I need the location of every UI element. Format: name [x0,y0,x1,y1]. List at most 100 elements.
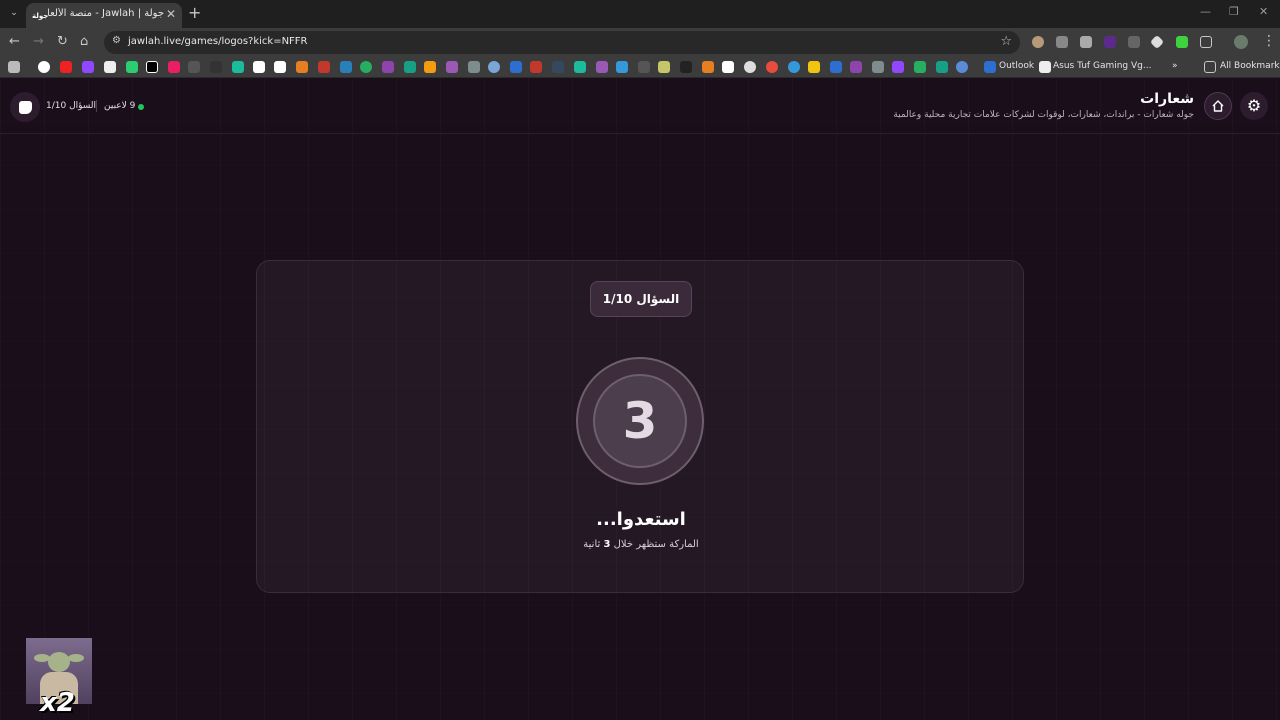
bookmark-icon[interactable] [168,61,180,73]
site-info-icon[interactable]: ⚙ [112,35,121,46]
countdown-ring: 3 [576,357,704,485]
app-header: ⚙ شعارات جوله شعارات - براندات، شعارات، … [0,78,1280,134]
bookmark-icon[interactable] [126,61,138,73]
bookmark-icon[interactable] [830,61,842,73]
bookmark-icon[interactable] [574,61,586,73]
bookmark-icon[interactable] [850,61,862,73]
bookmark-icon[interactable] [744,61,756,73]
character-ear [68,654,84,662]
minimize-icon[interactable]: — [1200,5,1211,18]
more-bookmarks-icon[interactable]: » [1172,61,1178,71]
forward-icon[interactable]: → [33,34,44,50]
home-icon[interactable]: ⌂ [80,34,88,50]
bookmark-icon[interactable] [530,61,542,73]
countdown-number: 3 [593,374,687,468]
stream-overlay: x2 [26,638,92,720]
outlook-icon[interactable] [984,61,996,73]
bookmark-icon[interactable] [892,61,904,73]
jawlah-logo[interactable] [10,92,40,122]
countdown-message-end: ثانية [583,539,604,550]
google-icon[interactable] [38,61,50,73]
bookmark-icon[interactable] [788,61,800,73]
bookmark-icon[interactable] [253,61,265,73]
browser-toolbar: ← → ↻ ⌂ ⚙ jawlah.live/games/logos?kick=N… [0,28,1280,56]
tab-search-icon[interactable]: ⌄ [6,5,22,21]
browser-tab[interactable]: جولة جولة | Jawlah - منصة الألعاب الـ ✕ [26,3,182,28]
bookmark-icon[interactable] [468,61,480,73]
bookmark-icon[interactable] [722,61,734,73]
bookmark-icon[interactable] [616,61,628,73]
extension-icon[interactable] [1056,36,1068,48]
bookmark-icon[interactable] [596,61,608,73]
tab-close-icon[interactable]: ✕ [166,7,176,21]
maximize-icon[interactable]: ❐ [1229,5,1239,18]
bookmark-icon[interactable] [552,61,564,73]
twitch-icon[interactable] [82,61,94,73]
bookmark-asus[interactable]: Asus Tuf Gaming Vg... [1053,61,1151,71]
countdown-message-start: الماركة ستظهر خلال [610,539,699,550]
bookmark-icon[interactable] [424,61,436,73]
get-ready-heading: استعدوا... [596,509,686,530]
close-window-icon[interactable]: ✕ [1259,5,1268,18]
home-button[interactable] [1204,92,1232,120]
extension-icon[interactable] [1149,34,1165,50]
bookmark-icon[interactable] [488,61,500,73]
bookmark-icon[interactable] [680,61,692,73]
bookmark-icon[interactable] [766,61,778,73]
logo-icon [19,101,32,114]
bookmark-icon[interactable] [914,61,926,73]
bookmark-icon[interactable] [340,61,352,73]
bookmark-icon[interactable] [446,61,458,73]
bookmark-icon[interactable] [318,61,330,73]
all-bookmarks[interactable]: All Bookmarks [1220,61,1280,71]
bookmark-icon[interactable] [210,61,222,73]
extension-icon[interactable] [1104,36,1116,48]
asus-icon[interactable] [1039,61,1051,73]
back-icon[interactable]: ← [9,34,20,50]
tab-title: جولة | Jawlah - منصة الألعاب الـ [48,8,164,19]
settings-gear-icon[interactable]: ⚙ [1240,92,1268,120]
new-tab-icon[interactable]: + [188,3,201,22]
game-title: شعارات [1140,91,1194,107]
bookmark-icon[interactable] [702,61,714,73]
bookmark-star-icon[interactable]: ☆ [1000,34,1012,49]
bookmark-icon[interactable] [146,61,158,73]
bookmark-icon[interactable] [638,61,650,73]
divider [96,100,97,112]
globe-icon[interactable] [956,61,968,73]
apps-icon[interactable] [8,61,20,73]
bookmark-icon[interactable] [188,61,200,73]
character-head [48,652,70,672]
bookmark-icon[interactable] [872,61,884,73]
address-bar[interactable]: ⚙ jawlah.live/games/logos?kick=NFFR ☆ [104,31,1020,54]
players-count: 9 لاعبين [104,101,136,111]
multiplier-label: x2 [40,688,75,718]
countdown-card: السؤال 1/10 3 استعدوا... الماركة ستظهر خ… [256,260,1024,593]
shield-icon[interactable] [1080,36,1092,48]
extension-icon[interactable] [1176,36,1188,48]
game-page: ⚙ شعارات جوله شعارات - براندات، شعارات، … [0,78,1280,720]
bookmark-icon[interactable] [360,61,372,73]
bookmark-icon[interactable] [510,61,522,73]
bookmark-icon[interactable] [274,61,286,73]
profile-avatar[interactable] [1234,35,1248,49]
bookmark-icon[interactable] [382,61,394,73]
bookmark-outlook[interactable]: Outlook [999,61,1034,71]
bookmark-icon[interactable] [936,61,948,73]
bookmark-icon[interactable] [658,61,670,73]
youtube-icon[interactable] [60,61,72,73]
game-subtitle: جوله شعارات - براندات، شعارات، لوقوات لش… [893,110,1194,120]
tab-favicon: جولة [32,12,49,20]
bookmark-icon[interactable] [808,61,820,73]
menu-icon[interactable]: ⋮ [1262,33,1276,49]
reload-icon[interactable]: ↻ [57,34,68,50]
home-icon [1212,100,1224,112]
bookmark-icon[interactable] [404,61,416,73]
bookmark-icon[interactable] [296,61,308,73]
bookmark-icon[interactable] [232,61,244,73]
extension-icon[interactable] [1032,36,1044,48]
mute-icon[interactable] [1128,36,1140,48]
extensions-puzzle-icon[interactable] [1200,36,1212,48]
amazon-icon[interactable] [104,61,116,73]
bookmarks-bar: Outlook Asus Tuf Gaming Vg... » All Book… [0,56,1280,78]
